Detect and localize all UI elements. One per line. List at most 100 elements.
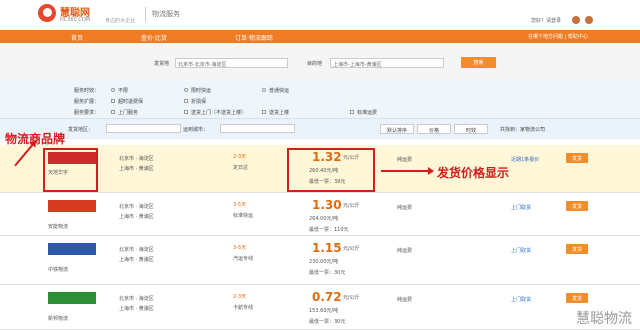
origin-city: 北京市 · 海淀区	[119, 247, 154, 253]
radio-express-label: 限时快运	[191, 88, 212, 94]
origin-city: 北京市 · 海淀区	[119, 296, 154, 302]
user-avatar-icon	[585, 16, 593, 24]
checkbox-pickup-label: 上门服务	[118, 110, 139, 116]
price-unit: 元/公斤	[343, 295, 360, 301]
destination-city-label: 运到城市：	[183, 127, 209, 133]
transport-mode: 标准快运	[233, 213, 254, 219]
ship-button[interactable]: 发货	[566, 244, 588, 254]
price-per-ton: 230.00元/吨	[309, 259, 339, 265]
nav-home[interactable]: 首页	[71, 33, 83, 42]
carrier-row: 新邦物流 北京市 · 海淀区 上海市 · 黄浦区 2-3天 卡航专线 0.72 …	[0, 285, 640, 330]
carrier-name[interactable]: 中铁物流	[48, 266, 68, 273]
checkbox-pickup[interactable]	[111, 110, 115, 114]
price-per-ton: 264.00元/吨	[309, 216, 339, 222]
main-navigation: 首页 查价·比货 订单·物流跟踪 在哪个地方问题 | 帮助中心	[0, 30, 640, 73]
price-per-kg: 1.15	[312, 241, 342, 255]
ship-button[interactable]: 发货	[566, 293, 588, 303]
login-link[interactable]: 您好！请登录	[531, 17, 561, 24]
carrier-name[interactable]: 新邦物流	[48, 315, 68, 322]
result-count: 共找到：家物流公司	[500, 127, 546, 133]
search-button[interactable]: 搜索	[461, 57, 496, 68]
carrier-logo	[48, 292, 96, 304]
delivery-time: 3-5天	[233, 202, 247, 208]
help-links[interactable]: 在哪个地方问题 | 帮助中心	[528, 33, 588, 40]
transport-mode: 卡航专线	[233, 305, 254, 311]
logo-icon	[38, 4, 56, 22]
checkbox-damage[interactable]	[184, 99, 188, 103]
service-type: 纯运费	[397, 157, 413, 163]
watermark-text: 慧聪物流	[576, 311, 632, 327]
transport-mode: 汽运专线	[233, 256, 254, 262]
carrier-logo	[48, 200, 96, 212]
slogan: 身边的大企业	[105, 18, 136, 24]
brand-callout-box	[43, 148, 98, 192]
radio-standard-label: 普通快运	[269, 88, 290, 94]
radio-express[interactable]	[184, 88, 188, 92]
checkbox-refund[interactable]	[111, 99, 115, 103]
destination-city-input[interactable]	[220, 124, 295, 133]
route-search-panel: 发货地 北京市-北京市-海淀区 目的地 上海市-上海市-黄浦区 搜索	[0, 43, 640, 81]
time-filter-label: 服务时效：	[74, 88, 100, 94]
checkbox-upstairs[interactable]	[262, 110, 266, 114]
price-per-kg: 0.72	[312, 290, 342, 304]
sort-price-button[interactable]: 价格	[417, 124, 451, 134]
minimum-charge: 最低一票：30元	[309, 270, 346, 276]
price-per-kg: 1.30	[312, 198, 342, 212]
nav-price-compare[interactable]: 查价·比货	[141, 33, 167, 42]
minimum-charge: 最低一票：110元	[309, 227, 349, 233]
service-type: 纯运费	[397, 205, 413, 211]
checkbox-delivery-label: 送货上门（不送货上楼）	[191, 110, 247, 116]
origin-city: 北京市 · 海淀区	[119, 204, 154, 210]
user-avatar-icon	[572, 16, 580, 24]
carrier-row: 中铁物流 北京市 · 海淀区 上海市 · 黄浦区 3-5天 汽运专线 1.15 …	[0, 236, 640, 285]
service-type: 纯运费	[397, 248, 413, 254]
site-domain: HC360.COM	[60, 17, 91, 23]
ship-button[interactable]: 发货	[566, 201, 588, 211]
transport-mode: 定日达	[233, 165, 249, 171]
pickup-option[interactable]: 上门取货	[511, 247, 531, 254]
delivery-time: 2-3天	[233, 294, 247, 300]
extra-filter-label: 服务扩展：	[74, 99, 100, 105]
origin-region-input[interactable]	[106, 124, 181, 133]
pickup-option[interactable]: 上门取货	[511, 204, 531, 211]
destination-label: 目的地	[307, 61, 323, 67]
sort-toolbar: 发货地区： 运到城市： 默认排序 价格 时效 共找到：家物流公司	[0, 118, 640, 139]
pickup-option[interactable]: 上门取货	[511, 296, 531, 303]
price-per-ton: 153.60元/吨	[309, 308, 339, 314]
destination-city: 上海市 · 黄浦区	[119, 214, 154, 220]
service-type: 纯运费	[397, 297, 413, 303]
checkbox-refund-label: 超时退费保	[118, 99, 144, 105]
origin-city: 北京市 · 海淀区	[119, 156, 154, 162]
radio-any[interactable]	[111, 88, 115, 92]
from-label: 发货地	[154, 61, 170, 67]
destination-input[interactable]: 上海市-上海市-黄浦区	[330, 58, 444, 68]
nav-order-tracking[interactable]: 订单·物流跟踪	[235, 33, 273, 42]
checkbox-standard-fee[interactable]	[350, 110, 354, 114]
origin-input[interactable]: 北京市-北京市-海淀区	[175, 58, 288, 68]
price-callout-box	[287, 148, 375, 192]
carrier-logo	[48, 243, 96, 255]
origin-region-label: 发货地区：	[68, 127, 94, 133]
ship-button[interactable]: 发货	[566, 153, 588, 163]
delivery-time: 2-3天	[233, 154, 247, 160]
destination-city: 上海市 · 黄浦区	[119, 257, 154, 263]
radio-standard[interactable]	[262, 88, 266, 92]
sort-time-button[interactable]: 时效	[454, 124, 488, 134]
carrier-name[interactable]: 安能物流	[48, 223, 68, 230]
checkbox-damage-label: 折损保	[191, 99, 207, 105]
destination-city: 上海市 · 黄浦区	[119, 166, 154, 172]
top-header: 慧聪网 HC360.COM 身边的大企业 物流服务 您好！请登录	[0, 0, 640, 30]
price-annotation: 发货价格显示	[437, 166, 510, 180]
section-title: 物流服务	[152, 10, 180, 18]
checkbox-delivery[interactable]	[184, 110, 188, 114]
delivery-time: 3-5天	[233, 245, 247, 251]
price-arrow-icon	[381, 167, 434, 175]
price-unit: 元/公斤	[343, 203, 360, 209]
sort-default-button[interactable]: 默认排序	[380, 124, 414, 134]
checkbox-upstairs-label: 送货上楼	[269, 110, 290, 116]
price-unit: 元/公斤	[343, 246, 360, 252]
divider	[145, 7, 146, 22]
pickup-option[interactable]: 近期1条报价	[511, 156, 539, 163]
carrier-row: 安能物流 北京市 · 海淀区 上海市 · 黄浦区 3-5天 标准快运 1.30 …	[0, 193, 640, 236]
minimum-charge: 最低一票：30元	[309, 319, 346, 325]
